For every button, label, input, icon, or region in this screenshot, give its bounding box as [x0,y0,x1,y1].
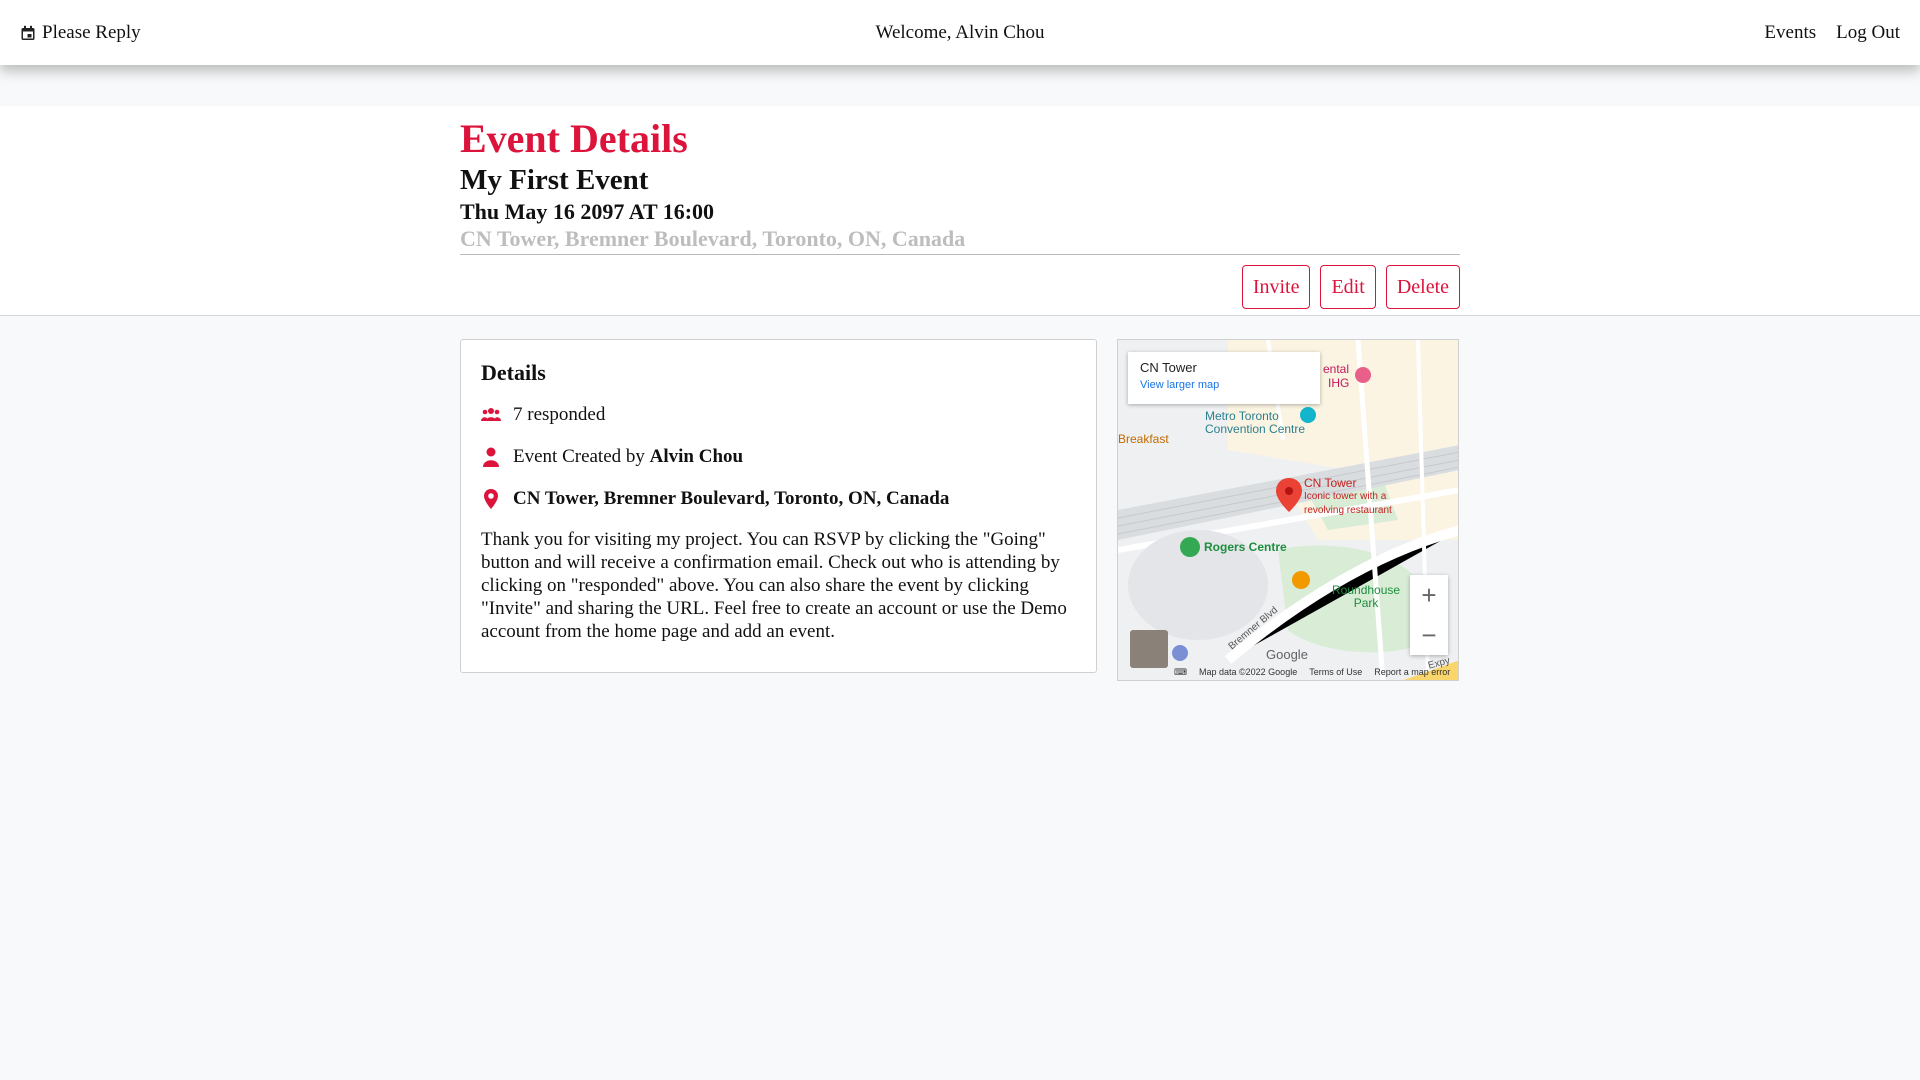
google-logo: Google [1266,647,1308,662]
report-error-link[interactable]: Report a map error [1374,667,1450,678]
details-title: Details [481,360,546,385]
creator-row: Event Created by Alvin Chou [481,446,1076,468]
welcome-text: Welcome, Alvin Chou [875,21,1045,43]
map-label-ental: ental [1323,362,1350,376]
keyboard-icon[interactable]: ⌨ [1174,667,1187,678]
map-zoom-controls: + − [1410,575,1448,655]
event-header: Event Details My First Event Thu May 16 … [0,106,1920,316]
header-divider [460,254,1460,255]
location-text: CN Tower, Bremner Boulevard, Toronto, ON… [513,488,950,509]
map-label-rogers: Rogers Centre [1204,540,1287,554]
view-larger-map-link[interactable]: View larger map [1140,379,1308,391]
navbar: Please Reply Welcome, Alvin Chou Events … [0,0,1920,65]
map-info-window: CN Tower View larger map [1128,352,1320,404]
page-title: Event Details [460,116,688,161]
event-description: Thank you for visiting my project. You c… [481,529,1067,642]
event-name: My First Event [460,164,649,196]
nav-logout-link[interactable]: Log Out [1836,22,1900,44]
event-location: CN Tower, Bremner Boulevard, Toronto, ON… [460,226,966,251]
edit-button[interactable]: Edit [1320,265,1376,309]
responded-row[interactable]: 7 responded [481,404,1076,426]
map-footer: ⌨ Map data ©2022 Google Terms of Use Rep… [1174,667,1454,678]
map-pin-icon [481,489,501,509]
nav-links: Events Log Out [1764,22,1900,44]
map-label-roundhouse: Roundhouse Park [1332,583,1401,610]
map-embed[interactable]: Metro Toronto Convention Centre Breakfas… [1117,339,1459,681]
zoom-in-button[interactable]: + [1410,575,1448,615]
users-icon [481,405,501,425]
map-info-title: CN Tower [1140,360,1197,375]
location-row: CN Tower, Bremner Boulevard, Toronto, ON… [481,488,1076,510]
brand-link[interactable]: Please Reply [20,22,141,44]
map-label-cn-tower: CN Tower Iconic tower with a revolving r… [1304,476,1392,516]
map-data-text: Map data ©2022 Google [1199,667,1298,677]
user-icon [481,447,501,467]
brand-label: Please Reply [42,21,141,43]
map-label-ihg: IHG [1328,376,1350,390]
terms-link[interactable]: Terms of Use [1309,667,1362,678]
responded-count[interactable]: 7 responded [513,404,605,426]
action-buttons: Invite Edit Delete [460,265,1460,309]
map-label-breakfast: Breakfast [1118,432,1169,446]
calendar-icon [21,25,35,40]
map-label-convention: Metro Toronto Convention Centre [1205,409,1306,436]
creator-name: Alvin Chou [649,446,744,467]
details-card: Details 7 responded Event Created by Alv… [460,339,1097,673]
zoom-out-button[interactable]: − [1410,615,1448,655]
creator-prefix: Event Created by [513,446,645,467]
delete-button[interactable]: Delete [1385,265,1460,309]
event-date: Thu May 16 2097 AT 16:00 [460,199,715,224]
nav-events-link[interactable]: Events [1764,22,1816,44]
invite-button[interactable]: Invite [1241,265,1311,309]
